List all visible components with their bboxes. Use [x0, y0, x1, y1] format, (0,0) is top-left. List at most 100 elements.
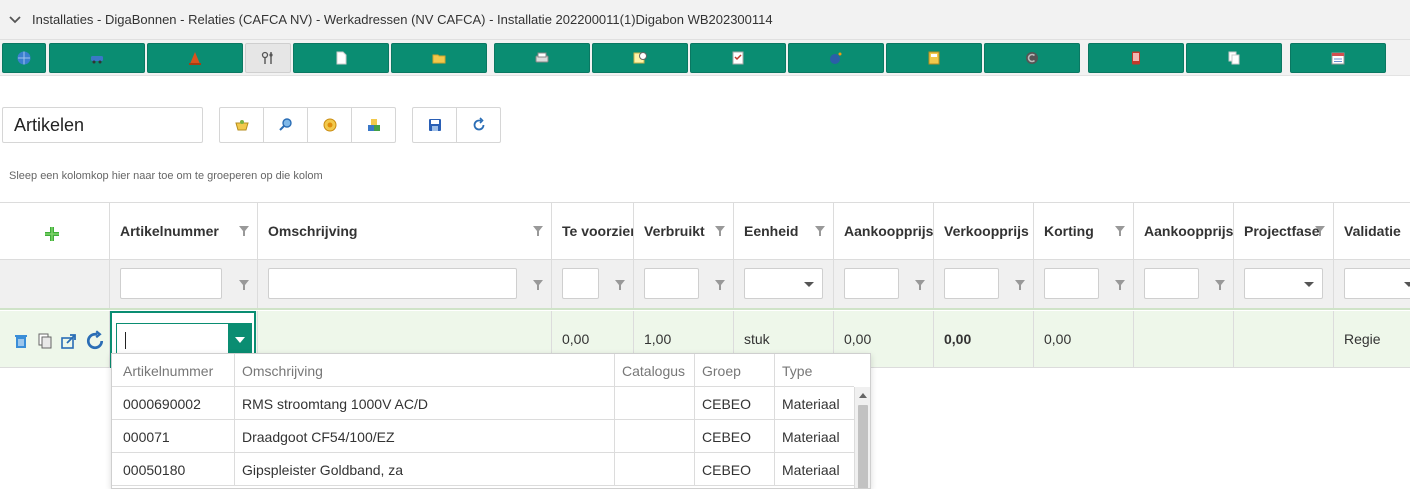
- basket-button[interactable]: [220, 108, 264, 142]
- tools-button[interactable]: [245, 43, 291, 73]
- filter-input-verkoopprijs[interactable]: [944, 268, 999, 299]
- tools-icon: [261, 51, 273, 64]
- breadcrumb: Installaties - DigaBonnen - Relaties (CA…: [32, 12, 773, 27]
- calendar-button[interactable]: [1290, 43, 1386, 73]
- globe-button[interactable]: [2, 43, 46, 73]
- column-header-aankoopprijs-t[interactable]: Aankoopprijs t: [1133, 203, 1233, 259]
- filter-select-projectfase[interactable]: [1244, 268, 1323, 299]
- chevron-down-icon: [804, 282, 814, 287]
- save-button[interactable]: [413, 108, 457, 142]
- filter-input-aankoopprijs-t[interactable]: [1144, 268, 1199, 299]
- globe-icon: [17, 51, 31, 65]
- filter-icon[interactable]: [1315, 226, 1325, 236]
- copy-button[interactable]: [1186, 43, 1282, 73]
- column-header-validatie[interactable]: Validatie: [1333, 203, 1410, 259]
- list-item[interactable]: 0000690002 RMS stroomtang 1000V AC/D CEB…: [112, 387, 854, 420]
- filter-input-te-voorzien[interactable]: [562, 268, 599, 299]
- filter-input-korting[interactable]: [1044, 268, 1099, 299]
- filter-input-omschrijving[interactable]: [268, 268, 517, 299]
- filter-icon[interactable]: [815, 226, 825, 236]
- column-header-omschrijving[interactable]: Omschrijving: [257, 203, 551, 259]
- filter-input-verbruikt[interactable]: [644, 268, 699, 299]
- cone-button[interactable]: [147, 43, 243, 73]
- column-header-verkoopprijs[interactable]: Verkoopprijs: [933, 203, 1033, 259]
- list-item[interactable]: 000071 Draadgoot CF54/100/EZ CEBEO Mater…: [112, 420, 854, 453]
- save-icon: [428, 119, 441, 131]
- filter-icon[interactable]: [1115, 280, 1125, 290]
- artikelnummer-input[interactable]: [116, 323, 232, 357]
- cell-validatie[interactable]: Regie: [1333, 311, 1410, 367]
- c-coin-button[interactable]: [984, 43, 1080, 73]
- save-actions: [412, 107, 501, 143]
- column-header-aankoopprijs[interactable]: Aankoopprijs: [833, 203, 933, 259]
- column-header-korting[interactable]: Korting: [1033, 203, 1133, 259]
- filter-icon[interactable]: [239, 226, 249, 236]
- document-button[interactable]: [293, 43, 389, 73]
- car-button[interactable]: [49, 43, 145, 73]
- calculator-button[interactable]: [886, 43, 982, 73]
- bomb-button[interactable]: [788, 43, 884, 73]
- mobile-icon: [1132, 51, 1140, 65]
- scrollbar-thumb[interactable]: [858, 405, 868, 488]
- add-row-icon[interactable]: [43, 225, 61, 243]
- refresh-icon: [473, 117, 484, 131]
- cell-korting[interactable]: 0,00: [1033, 311, 1133, 367]
- scroll-up-icon[interactable]: [859, 393, 867, 398]
- article-actions: [219, 107, 396, 143]
- calculator-icon: [928, 51, 940, 65]
- column-header-projectfase[interactable]: Projectfase: [1233, 203, 1333, 259]
- column-header-te-voorzien[interactable]: Te voorzien: [551, 203, 633, 259]
- filter-select-eenheid[interactable]: [744, 268, 823, 299]
- filter-icon[interactable]: [1115, 226, 1125, 236]
- mobile-button[interactable]: [1088, 43, 1184, 73]
- refresh-button[interactable]: [457, 108, 500, 142]
- filter-icon[interactable]: [615, 280, 625, 290]
- note-clock-button[interactable]: [592, 43, 688, 73]
- search-button[interactable]: [264, 108, 308, 142]
- car-icon: [91, 56, 103, 64]
- c-coin-icon: [1026, 52, 1038, 64]
- cell-projectfase[interactable]: [1233, 311, 1333, 367]
- folder-button[interactable]: [391, 43, 487, 73]
- list-item[interactable]: 00050180 Gipspleister Goldband, za CEBEO…: [112, 453, 854, 486]
- dropdown-scrollbar[interactable]: [854, 387, 870, 488]
- delete-icon[interactable]: [12, 332, 30, 350]
- filter-input-artikelnummer[interactable]: [120, 268, 222, 299]
- column-header-verbruikt[interactable]: Verbruikt: [633, 203, 733, 259]
- share-icon[interactable]: [60, 332, 78, 350]
- filter-icon[interactable]: [715, 226, 725, 236]
- column-header-artikelnummer[interactable]: Artikelnummer: [109, 203, 257, 259]
- column-header-eenheid[interactable]: Eenheid: [733, 203, 833, 259]
- copy-icon: [1228, 51, 1240, 65]
- refresh-icon[interactable]: [84, 330, 106, 352]
- chevron-down-icon: [1304, 282, 1314, 287]
- checklist-icon: [732, 51, 744, 65]
- copy-icon[interactable]: [36, 332, 54, 350]
- filter-icon[interactable]: [1215, 280, 1225, 290]
- search-icon: [278, 118, 292, 131]
- checklist-button[interactable]: [690, 43, 786, 73]
- filter-icon[interactable]: [915, 280, 925, 290]
- coin-button[interactable]: [308, 108, 352, 142]
- filter-input-aankoopprijs[interactable]: [844, 268, 899, 299]
- coin-icon: [323, 118, 336, 132]
- calendar-icon: [1331, 52, 1345, 65]
- cell-verkoopprijs[interactable]: 0,00: [933, 311, 1033, 367]
- filter-icon[interactable]: [1015, 280, 1025, 290]
- filter-icon[interactable]: [533, 280, 543, 290]
- filter-select-validatie[interactable]: [1344, 268, 1410, 299]
- artikelnummer-dropdown-button[interactable]: [228, 323, 252, 357]
- title-bar: Installaties - DigaBonnen - Relaties (CA…: [0, 0, 1410, 40]
- chevron-down-icon[interactable]: [9, 15, 23, 24]
- document-icon: [336, 51, 347, 65]
- filter-icon[interactable]: [239, 280, 249, 290]
- filter-icon[interactable]: [533, 226, 543, 236]
- chevron-down-icon: [235, 337, 245, 343]
- main-toolbar: [0, 40, 1410, 76]
- printer-button[interactable]: [494, 43, 590, 73]
- filter-icon[interactable]: [715, 280, 725, 290]
- printer-icon: [535, 52, 549, 63]
- blocks-button[interactable]: [352, 108, 395, 142]
- cell-aankoopprijs-t[interactable]: [1133, 311, 1233, 367]
- cone-icon: [189, 52, 201, 65]
